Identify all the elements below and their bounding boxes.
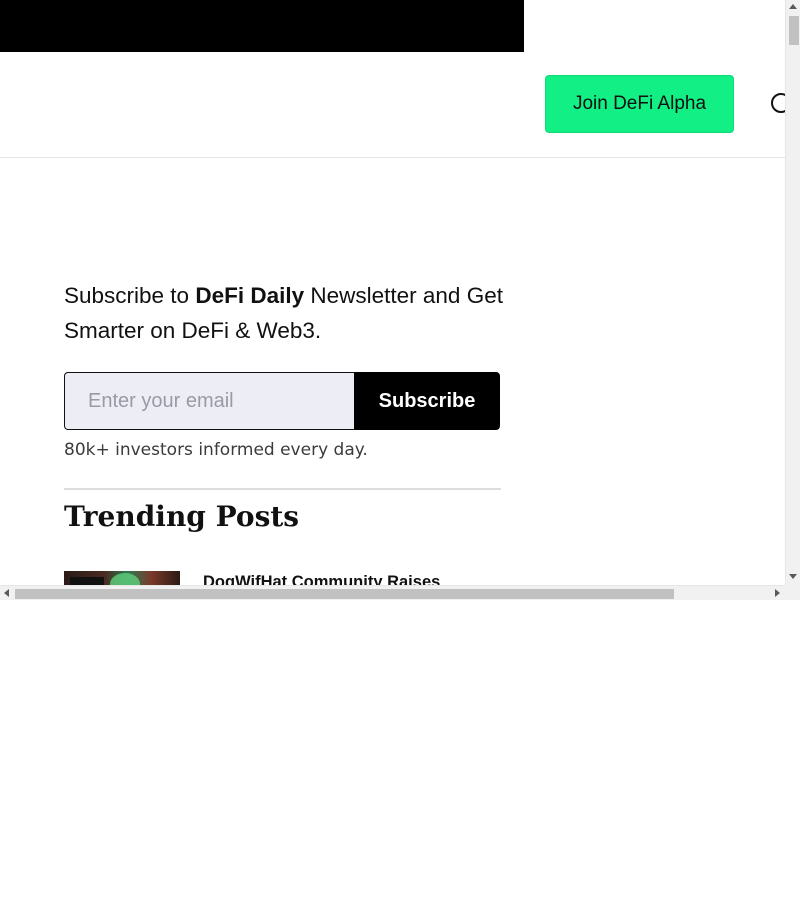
- page-content: Join DeFi Alpha Subscribe to DeFi Daily …: [0, 0, 785, 585]
- trending-posts-heading: Trending Posts: [64, 500, 300, 533]
- post-thumbnail[interactable]: [64, 571, 180, 585]
- site-header: Join DeFi Alpha: [0, 52, 785, 158]
- join-defi-alpha-button[interactable]: Join DeFi Alpha: [545, 75, 734, 133]
- browser-viewport: Join DeFi Alpha Subscribe to DeFi Daily …: [0, 0, 800, 600]
- email-subscribe-form: Subscribe: [64, 372, 500, 430]
- horizontal-scrollbar[interactable]: [0, 585, 785, 600]
- subscribe-button[interactable]: Subscribe: [354, 372, 500, 430]
- newsletter-subscribe: Subscribe to DeFi Daily Newsletter and G…: [64, 278, 504, 490]
- scroll-right-arrow-icon[interactable]: [775, 589, 780, 597]
- scroll-down-arrow-icon[interactable]: [789, 574, 797, 579]
- scroll-left-arrow-icon[interactable]: [4, 589, 9, 597]
- vertical-scroll-thumb[interactable]: [789, 16, 799, 45]
- scroll-up-arrow-icon[interactable]: [789, 4, 797, 9]
- email-input[interactable]: [64, 372, 354, 430]
- post-title-link[interactable]: DogWifHat Community Raises: [203, 573, 440, 585]
- trending-post-item[interactable]: DogWifHat Community Raises: [64, 571, 504, 585]
- subscribe-heading: Subscribe to DeFi Daily Newsletter and G…: [64, 278, 504, 348]
- top-banner: [0, 0, 524, 52]
- section-divider: [64, 488, 501, 490]
- investors-count-note: 80k+ investors informed every day.: [64, 440, 368, 460]
- subscribe-heading-prefix: Subscribe to: [64, 283, 196, 308]
- scrollbar-corner: [785, 585, 800, 600]
- horizontal-scroll-thumb[interactable]: [15, 589, 674, 599]
- vertical-scrollbar[interactable]: [785, 0, 800, 585]
- newsletter-brand-name: DeFi Daily: [195, 283, 305, 308]
- search-icon[interactable]: [771, 93, 785, 115]
